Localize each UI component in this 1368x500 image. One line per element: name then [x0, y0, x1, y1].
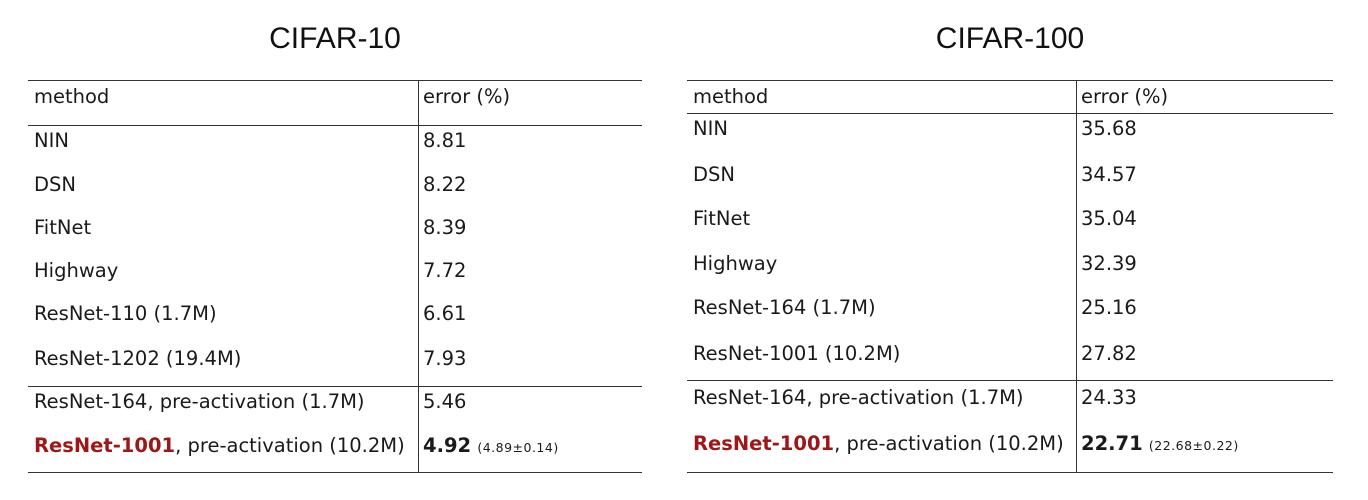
table-row-method: Highway — [34, 259, 119, 282]
top-rule — [28, 80, 642, 81]
table-row-method: DSN — [34, 173, 76, 196]
header-method: method — [34, 85, 110, 108]
table-row-error: 27.82 — [1081, 342, 1137, 365]
method-highlight: ResNet-1001 — [693, 432, 835, 455]
header-rule — [28, 125, 642, 126]
error-detail: (4.89±0.14) — [477, 440, 559, 455]
table-row-method: FitNet — [34, 216, 92, 239]
table-row-method-highlighted: ResNet-1001, pre-activation (10.2M) — [693, 432, 1064, 456]
table-row-method: ResNet-164, pre-activation (1.7M) — [693, 386, 1024, 409]
table-row-method: NIN — [34, 129, 69, 152]
column-divider — [1076, 80, 1077, 472]
table-row-error-best: 22.71 (22.68±0.22) — [1081, 432, 1239, 458]
best-error: 4.92 — [423, 434, 472, 457]
method-highlight: ResNet-1001 — [34, 434, 176, 457]
table-row-method: FitNet — [693, 207, 751, 230]
table-row-error-best: 4.92 (4.89±0.14) — [423, 434, 559, 460]
table-row-method: ResNet-110 (1.7M) — [34, 302, 217, 325]
header-error: error (%) — [1081, 85, 1169, 108]
table-row-error: 35.04 — [1081, 207, 1137, 230]
bottom-rule — [28, 472, 642, 473]
error-detail: (22.68±0.22) — [1148, 438, 1239, 453]
method-suffix: , pre-activation (10.2M) — [834, 432, 1064, 455]
table-row-error: 35.68 — [1081, 117, 1137, 140]
table-row-error: 8.39 — [423, 216, 467, 239]
table-row-error: 34.57 — [1081, 163, 1137, 186]
table-row-error: 6.61 — [423, 302, 467, 325]
header-error: error (%) — [423, 85, 511, 108]
cifar100-title: CIFAR-100 — [935, 22, 1085, 55]
method-suffix: , pre-activation (10.2M) — [175, 434, 405, 457]
table-row-method: ResNet-164, pre-activation (1.7M) — [34, 390, 365, 413]
table-row-error: 5.46 — [423, 390, 467, 413]
table-row-method: ResNet-1001 (10.2M) — [693, 342, 901, 365]
cifar100-panel: CIFAR-100 method error (%) NIN 35.68 DSN… — [687, 0, 1333, 500]
table-row-method: DSN — [693, 163, 735, 186]
table-row-error: 25.16 — [1081, 296, 1137, 319]
table-row-method: NIN — [693, 117, 728, 140]
table-row-error: 7.93 — [423, 347, 467, 370]
table-row-error: 8.81 — [423, 129, 467, 152]
table-row-method: ResNet-1202 (19.4M) — [34, 347, 242, 370]
cifar10-title: CIFAR-10 — [269, 22, 401, 55]
table-row-method-highlighted: ResNet-1001, pre-activation (10.2M) — [34, 434, 405, 458]
cifar10-panel: CIFAR-10 method error (%) NIN 8.81 DSN 8… — [28, 0, 642, 500]
bottom-rule — [687, 472, 1333, 473]
table-row-error: 7.72 — [423, 259, 467, 282]
header-rule — [687, 113, 1333, 114]
group-rule — [687, 380, 1333, 381]
table-row-error: 24.33 — [1081, 386, 1137, 409]
table-row-error: 8.22 — [423, 173, 467, 196]
table-row-method: ResNet-164 (1.7M) — [693, 296, 876, 319]
column-divider — [418, 80, 419, 472]
group-rule — [28, 386, 642, 387]
top-rule — [687, 80, 1333, 81]
table-row-method: Highway — [693, 252, 778, 275]
best-error: 22.71 — [1081, 432, 1143, 455]
table-row-error: 32.39 — [1081, 252, 1137, 275]
header-method: method — [693, 85, 769, 108]
